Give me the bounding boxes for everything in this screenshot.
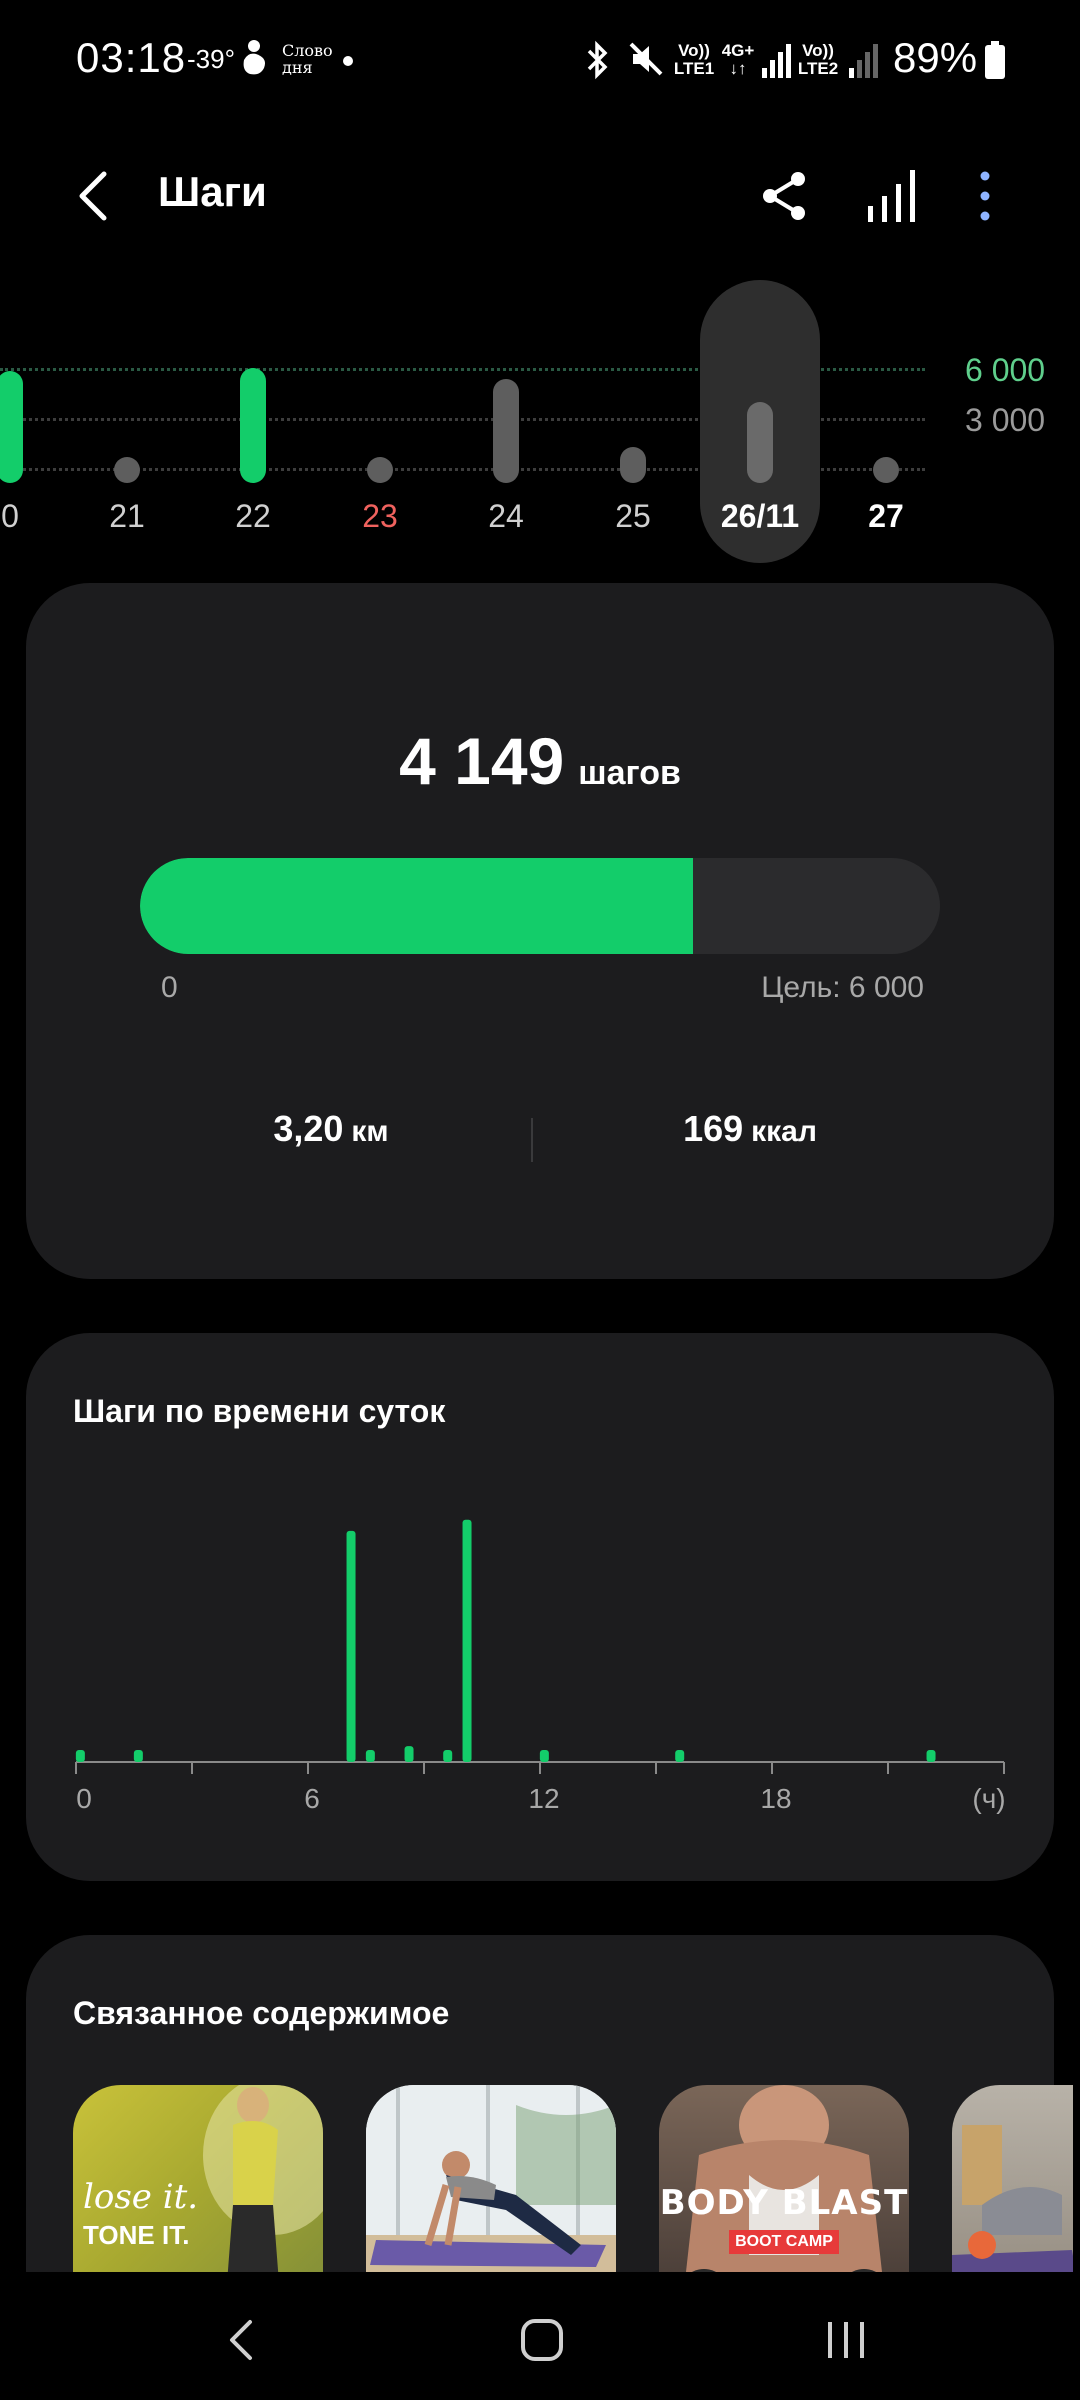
trends-chart-icon[interactable]	[866, 168, 916, 222]
day-label: 27	[868, 498, 904, 534]
hourly-bar	[675, 1750, 685, 1762]
related-card-title: Связанное содержимое	[73, 1995, 450, 2031]
battery-icon	[985, 41, 1005, 79]
status-temperature: -39°	[187, 44, 235, 74]
day-bar	[620, 446, 646, 483]
status-bar: 03:18 -39° Слово дня Vo)) LTE1 4G+ ↓↑ Vo…	[0, 0, 1080, 120]
steps-count-value: 4 149	[399, 724, 565, 798]
related-item-text2: TONE IT.	[83, 2220, 190, 2250]
day-bar	[367, 457, 393, 483]
hourly-bar	[365, 1750, 375, 1762]
hourly-bar	[75, 1750, 85, 1762]
signal2-icon	[849, 44, 878, 78]
goal-progress-bar	[140, 858, 940, 954]
x-unit-label: (ч)	[972, 1783, 1005, 1814]
page-title: Шаги	[158, 168, 267, 215]
hourly-bar	[404, 1746, 414, 1762]
progress-min-label: 0	[161, 971, 178, 1004]
nav-recents-icon[interactable]	[824, 2318, 868, 2362]
day-label: 0	[1, 498, 19, 534]
mute-icon	[629, 42, 663, 76]
x-tick-label: 6	[304, 1783, 320, 1814]
day-bar	[240, 367, 266, 483]
pregnancy-app-icon	[243, 40, 265, 75]
x-tick-label: 0	[76, 1783, 92, 1814]
stat-divider	[531, 1118, 533, 1162]
day-column-22[interactable]: 22	[193, 280, 313, 570]
hourly-bar	[539, 1750, 549, 1762]
hourly-bar	[346, 1530, 356, 1762]
steps-count: 4 149 шагов	[26, 723, 1054, 799]
day-column-25[interactable]: 25	[573, 280, 693, 570]
steps-summary-card: 4 149 шагов 0 Цель: 6 000 3,20 км 169 ккал	[26, 583, 1054, 1279]
related-item-text2: BOOT CAMP	[729, 2230, 839, 2254]
day-bar	[493, 379, 519, 483]
day-bar	[747, 401, 773, 483]
day-label: 25	[615, 498, 651, 534]
word-of-day-icon: Слово дня	[282, 41, 333, 77]
x-tick-label: 18	[760, 1783, 791, 1814]
day-label: 24	[488, 498, 524, 534]
day-bar	[0, 371, 23, 483]
day-column-23[interactable]: 23	[320, 280, 440, 570]
day-label: 21	[109, 498, 145, 534]
day-label: 23	[362, 498, 398, 534]
day-label: 22	[235, 498, 271, 534]
signal1-icon	[762, 44, 791, 78]
related-item-text1: BODY BLAST	[659, 2183, 909, 2223]
day-column-24[interactable]: 24	[446, 280, 566, 570]
daily-steps-strip[interactable]: 6 000 3 000 0 21 22 23 24 25 26/11 27	[0, 280, 1080, 570]
distance-stat: 3,20 км	[131, 1108, 531, 1150]
day-column-27[interactable]: 27	[826, 280, 946, 570]
volte1-icon: Vo)) LTE1	[673, 41, 715, 78]
nav-back-icon[interactable]	[226, 2318, 256, 2362]
day-bar	[873, 457, 899, 483]
status-time: 03:18	[76, 34, 187, 81]
nav-home-icon[interactable]	[520, 2318, 564, 2362]
notification-dot	[343, 56, 353, 66]
hourly-bar	[133, 1750, 143, 1762]
share-icon[interactable]	[760, 170, 810, 222]
back-arrow-icon[interactable]	[72, 168, 112, 224]
bluetooth-icon	[587, 40, 608, 80]
distance-value: 3,20	[273, 1108, 344, 1149]
more-options-icon[interactable]	[975, 168, 995, 224]
volte2-icon: Vo)) LTE2	[797, 41, 839, 78]
goal-low-label: 3 000	[965, 402, 1046, 438]
day-label: 26/11	[720, 498, 800, 534]
day-column-0[interactable]: 0	[0, 280, 70, 570]
day-column-26-11[interactable]: 26/11	[700, 280, 820, 570]
progress-goal-label: Цель: 6 000	[761, 971, 924, 1004]
battery-percent: 89%	[893, 34, 978, 81]
day-column-21[interactable]: 21	[67, 280, 187, 570]
network-type-icon: 4G+ ↓↑	[721, 41, 755, 78]
system-navigation-bar	[0, 2272, 1080, 2400]
hourly-bar	[443, 1750, 453, 1762]
goal-high-label: 6 000	[965, 352, 1046, 388]
calories-value: 169	[683, 1108, 744, 1149]
goal-progress-fill	[140, 858, 694, 954]
hourly-steps-card[interactable]: Шаги по времени суток 0 6 12 18 (ч)	[26, 1333, 1054, 1881]
related-item-text1: lose it.	[83, 2177, 199, 2217]
app-header: Шаги	[0, 140, 1080, 250]
hourly-steps-chart: 0 6 12 18 (ч)	[75, 1519, 1006, 1814]
day-bar	[114, 457, 140, 483]
steps-count-unit: шагов	[578, 754, 681, 792]
calories-unit: ккал	[751, 1115, 817, 1148]
calories-stat: 169 ккал	[550, 1108, 950, 1150]
hourly-bar	[926, 1750, 936, 1762]
hourly-bar	[462, 1519, 472, 1762]
distance-unit: км	[351, 1115, 389, 1148]
x-tick-label: 12	[528, 1783, 559, 1814]
